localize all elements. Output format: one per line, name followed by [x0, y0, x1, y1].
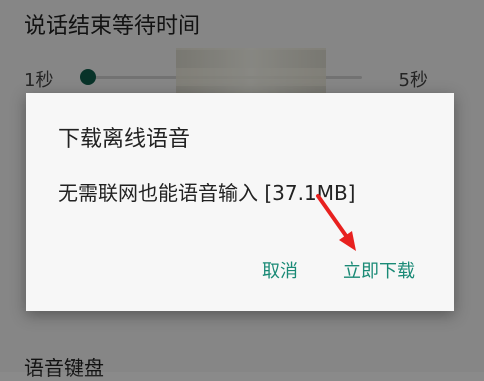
- download-offline-dialog: 下载离线语音 无需联网也能语音输入 [37.1MB] 取消 立即下载: [26, 93, 454, 311]
- dialog-title: 下载离线语音: [58, 127, 191, 152]
- cancel-button[interactable]: 取消: [262, 257, 298, 283]
- download-now-button[interactable]: 立即下载: [343, 257, 415, 283]
- dialog-message: 无需联网也能语音输入 [37.1MB]: [58, 181, 356, 205]
